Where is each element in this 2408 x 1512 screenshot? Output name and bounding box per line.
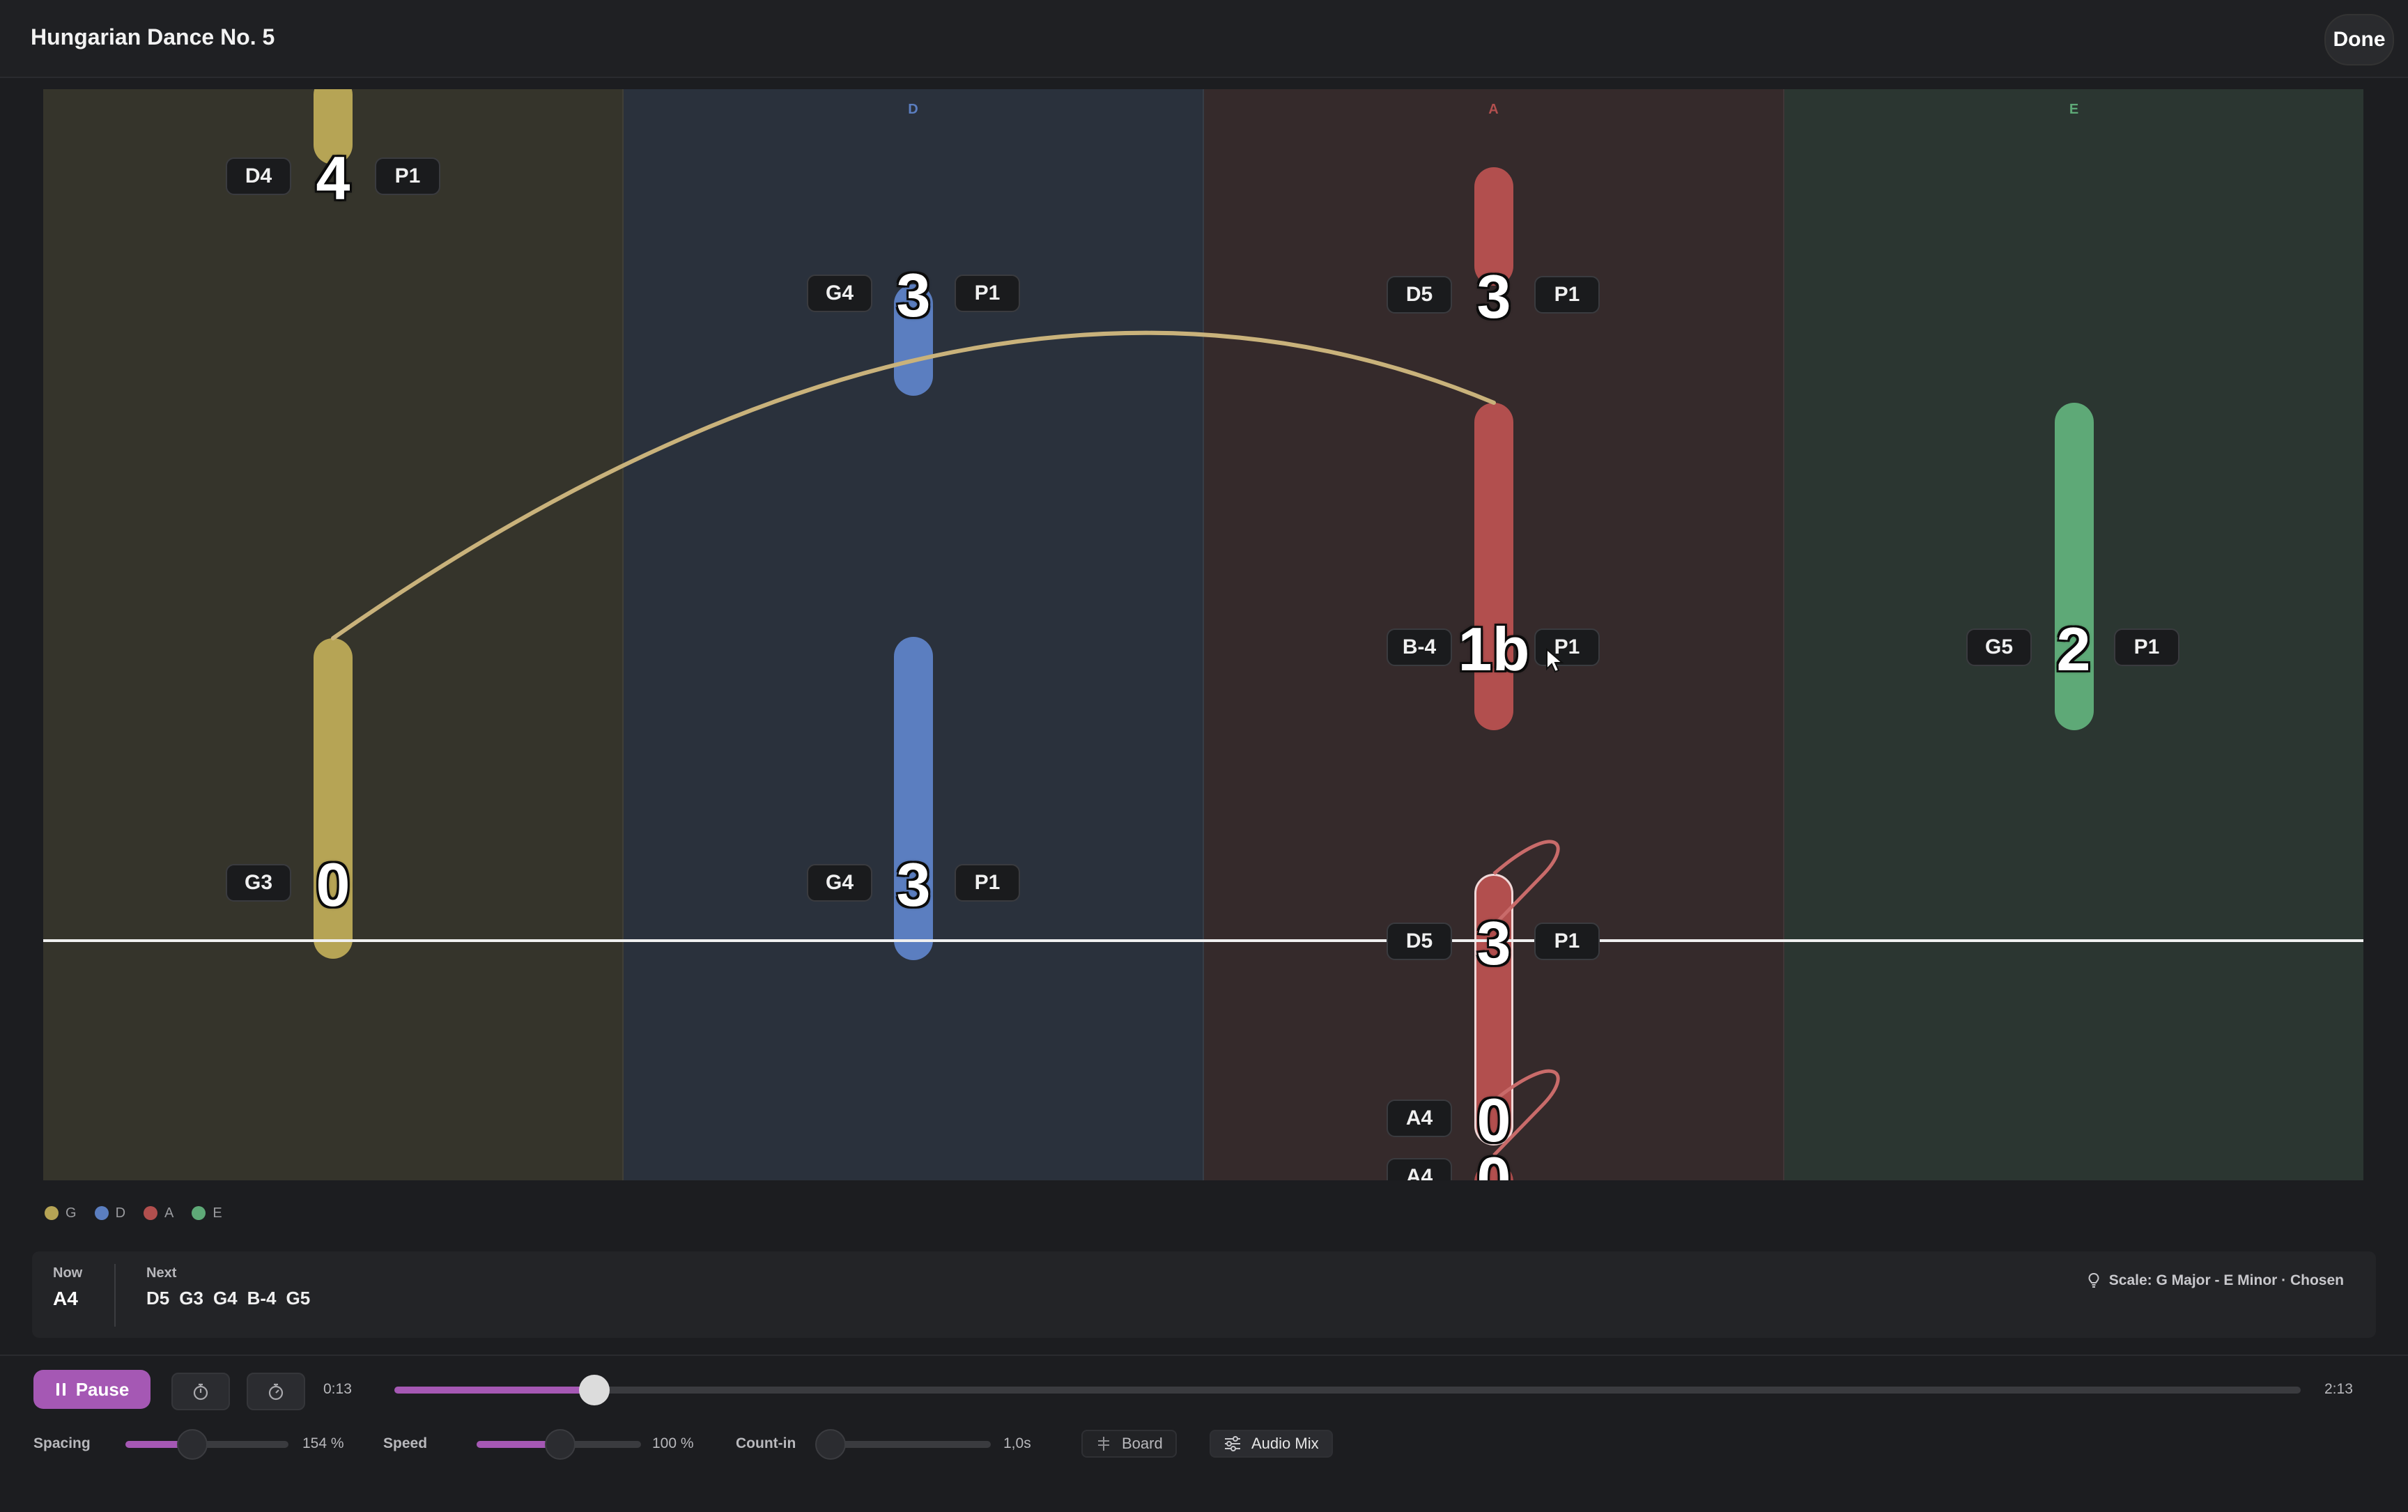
- next-label: Next: [146, 1265, 177, 1281]
- progress-slider[interactable]: [394, 1375, 2301, 1405]
- position-pill: P1: [2114, 628, 2179, 666]
- slur-arc: [331, 330, 1496, 640]
- string-board: G D A E D4 4 P1 G3 0 G4 3 P1 G4 3 P1 D5 …: [43, 89, 2363, 1180]
- board-button[interactable]: Board: [1081, 1430, 1177, 1458]
- legend-item-a: A: [144, 1205, 173, 1221]
- next-note: D5: [146, 1288, 170, 1309]
- fingering-number: 3: [1476, 909, 1511, 978]
- countin-handle[interactable]: [815, 1429, 846, 1460]
- board-icon: [1098, 1437, 1109, 1451]
- countin-label: Count-in: [736, 1435, 796, 1451]
- position-pill: P1: [1534, 923, 1600, 960]
- top-bar: Hungarian Dance No. 5 Done: [0, 0, 2408, 78]
- spacing-value: 154 %: [302, 1435, 344, 1451]
- legend-label: D: [115, 1205, 126, 1221]
- progress-fill: [394, 1387, 595, 1394]
- total-time: 2:13: [2324, 1381, 2353, 1397]
- metronome-button[interactable]: [171, 1373, 230, 1410]
- fingering-number: 0: [316, 850, 350, 919]
- divider: [0, 1355, 2408, 1356]
- scale-text: Scale: G Major - E Minor · Chosen: [2108, 1272, 2344, 1288]
- position-pill: P1: [955, 275, 1020, 312]
- position-pill: P1: [955, 864, 1020, 902]
- position-pill: P1: [1534, 276, 1600, 314]
- legend-dot: [192, 1206, 206, 1220]
- legend-item-e: E: [192, 1205, 222, 1221]
- next-note: G5: [286, 1288, 311, 1309]
- fingering-number: 0: [1476, 1144, 1511, 1181]
- legend-item-d: D: [94, 1205, 126, 1221]
- sliders-icon: [1225, 1436, 1240, 1451]
- playhead-line: [43, 939, 2363, 942]
- spacing-label: Spacing: [33, 1435, 91, 1451]
- current-time: 0:13: [323, 1381, 352, 1397]
- fingering-number: 4: [316, 144, 350, 213]
- page-title: Hungarian Dance No. 5: [31, 24, 275, 49]
- now-note: A4: [53, 1288, 78, 1309]
- divider: [114, 1264, 116, 1327]
- legend-label: A: [164, 1205, 174, 1221]
- lightbulb-icon: [2088, 1272, 2099, 1288]
- string-legend: G D A E: [45, 1203, 222, 1224]
- legend-label: E: [213, 1205, 222, 1221]
- progress-handle[interactable]: [579, 1375, 610, 1405]
- position-pill: P1: [375, 157, 440, 195]
- next-note: G3: [179, 1288, 203, 1309]
- fingering-number: 3: [1476, 262, 1511, 331]
- board-label: Board: [1122, 1435, 1163, 1452]
- cursor-icon: [1546, 648, 1564, 673]
- speed-handle[interactable]: [545, 1429, 576, 1460]
- next-notes: D5 G3 G4 B-4 G5: [146, 1288, 310, 1309]
- speed-value: 100 %: [652, 1435, 694, 1451]
- pause-icon: [56, 1383, 65, 1396]
- next-note: B-4: [247, 1288, 277, 1309]
- done-button[interactable]: Done: [2324, 14, 2394, 65]
- fingering-number: 2: [2056, 615, 2091, 684]
- stopwatch-icon: [193, 1383, 208, 1401]
- legend-item-g: G: [45, 1205, 77, 1221]
- countin-value: 1,0s: [1003, 1435, 1031, 1451]
- pause-label: Pause: [75, 1378, 130, 1400]
- scale-indicator[interactable]: Scale: G Major - E Minor · Chosen: [2088, 1272, 2344, 1289]
- fingering-number: 3: [896, 261, 931, 330]
- speed-slider[interactable]: [477, 1429, 641, 1460]
- legend-dot: [144, 1206, 158, 1220]
- speed-label: Speed: [383, 1435, 428, 1451]
- audio-mix-label: Audio Mix: [1251, 1435, 1319, 1452]
- now-label: Now: [53, 1265, 83, 1281]
- fingering-number: 1b: [1458, 615, 1530, 684]
- legend-dot: [94, 1206, 109, 1220]
- countin-slider[interactable]: [815, 1429, 991, 1460]
- spacing-handle[interactable]: [176, 1429, 208, 1460]
- legend-dot: [45, 1206, 59, 1220]
- spacing-slider[interactable]: [125, 1429, 288, 1460]
- fingering-number: 3: [896, 850, 931, 919]
- fingering-number: 0: [1476, 1086, 1511, 1155]
- timer-button[interactable]: [247, 1373, 305, 1410]
- pause-button[interactable]: Pause: [33, 1370, 150, 1409]
- timer-icon: [268, 1383, 284, 1401]
- position-pill: P1: [1534, 628, 1600, 666]
- now-next-panel: Now A4 Next D5 G3 G4 B-4 G5 Scale: G Maj…: [32, 1251, 2376, 1338]
- legend-label: G: [65, 1205, 77, 1221]
- next-note: G4: [213, 1288, 238, 1309]
- audio-mix-button[interactable]: Audio Mix: [1210, 1430, 1333, 1458]
